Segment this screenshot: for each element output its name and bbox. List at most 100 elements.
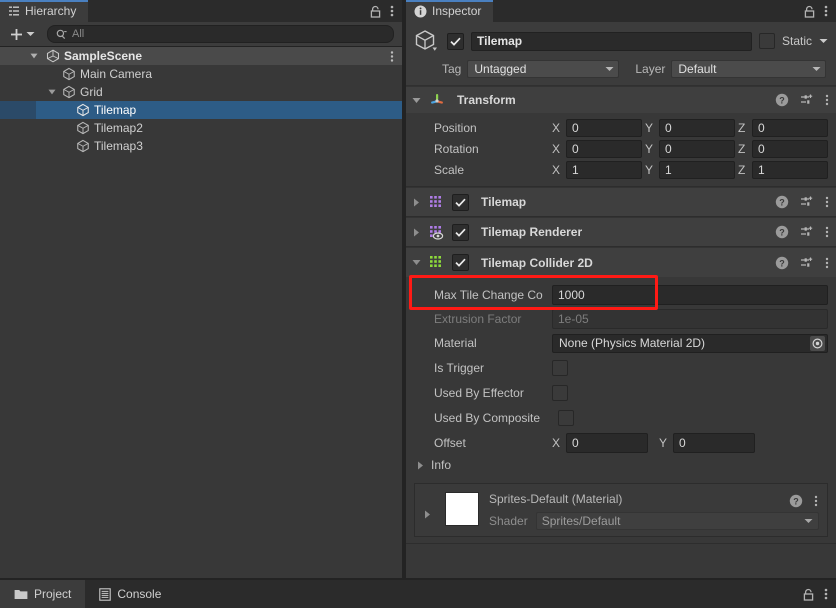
foldout-expanded-icon[interactable]	[412, 96, 423, 105]
property-row-rotation: Rotation X 0 Y 0 Z 0	[414, 138, 828, 159]
inspector-panel: Inspector Tilemap Static Tag Untagged La…	[406, 0, 836, 578]
tab-inspector[interactable]: Inspector	[406, 0, 494, 22]
kebab-menu-icon[interactable]	[824, 587, 828, 601]
preset-icon[interactable]	[800, 225, 814, 239]
component-tilemap-collider-2d: Tilemap Collider 2D ? Max Tile Change Co…	[406, 247, 836, 544]
object-picker-icon[interactable]	[810, 335, 825, 351]
lock-icon[interactable]	[804, 5, 815, 18]
component-enabled-checkbox[interactable]	[452, 223, 469, 241]
component-body-transform: Position X 0 Y 0 Z 0 Rotation X 0 Y 0 Z …	[406, 113, 836, 186]
scale-y-input[interactable]: 1	[659, 160, 735, 179]
foldout-collapsed-icon[interactable]	[412, 198, 423, 207]
rotation-x-input[interactable]: 0	[566, 139, 642, 158]
component-header-tilemap[interactable]: Tilemap ?	[406, 187, 836, 216]
help-icon[interactable]: ?	[775, 93, 789, 107]
component-enabled-checkbox[interactable]	[452, 193, 469, 211]
offset-x-input[interactable]: 0	[566, 432, 648, 453]
property-row-material: Material None (Physics Material 2D)	[414, 331, 828, 355]
tab-console[interactable]: Console	[85, 580, 175, 608]
position-z-input[interactable]: 0	[752, 118, 828, 137]
scale-z-input[interactable]: 1	[752, 160, 828, 179]
shader-label: Shader	[489, 514, 528, 528]
gameobject-header: Tilemap Static Tag Untagged Layer Defaul…	[406, 22, 836, 86]
help-icon[interactable]: ?	[775, 256, 789, 270]
preset-icon[interactable]	[800, 195, 814, 209]
is-trigger-checkbox[interactable]	[552, 359, 568, 376]
foldout-collapsed-icon[interactable]	[412, 228, 423, 237]
lock-icon[interactable]	[370, 5, 381, 18]
property-row-info[interactable]: Info	[414, 455, 828, 475]
position-y-input[interactable]: 0	[659, 118, 735, 137]
position-x-input[interactable]: 0	[566, 118, 642, 137]
preset-icon[interactable]	[800, 93, 814, 107]
tag-dropdown[interactable]: Untagged	[467, 60, 620, 78]
hierarchy-row-tilemap[interactable]: Tilemap	[0, 101, 402, 119]
vector2-fields: X 0 Y 0	[552, 432, 828, 453]
material-swatch	[445, 492, 479, 526]
value: 0	[572, 141, 579, 156]
kebab-menu-icon[interactable]	[825, 195, 829, 209]
material-info: Sprites-Default (Material) Shader Sprite…	[489, 492, 819, 530]
preset-icon[interactable]	[800, 256, 814, 270]
used-by-composite-checkbox[interactable]	[558, 409, 574, 426]
value: 0	[665, 141, 672, 156]
kebab-menu-icon[interactable]	[814, 494, 818, 508]
hierarchy-row-grid[interactable]: Grid	[0, 83, 402, 101]
value: 1	[758, 162, 765, 177]
foldout-collapsed-icon[interactable]	[416, 461, 427, 470]
kebab-menu-icon[interactable]	[390, 4, 394, 18]
static-checkbox[interactable]	[758, 33, 775, 49]
kebab-menu-icon[interactable]	[825, 225, 829, 239]
hierarchy-item-label: Grid	[80, 85, 103, 99]
scale-x-input[interactable]: 1	[566, 160, 642, 179]
twisty-expanded-icon[interactable]	[48, 88, 62, 96]
static-dropdown-chevron-down-icon[interactable]	[819, 38, 828, 44]
offset-y-input[interactable]: 0	[673, 432, 755, 453]
component-header-tilemap-collider-2d[interactable]: Tilemap Collider 2D ?	[406, 247, 836, 277]
rotation-y-input[interactable]: 0	[659, 139, 735, 158]
kebab-menu-icon[interactable]	[824, 4, 828, 18]
component-header-actions: ?	[775, 87, 829, 113]
gameobject-enabled-checkbox[interactable]	[447, 32, 464, 50]
component-title: Tilemap	[481, 195, 527, 209]
property-label: Material	[434, 336, 477, 350]
axis-x-label: X	[552, 435, 561, 450]
material-object-field[interactable]: None (Physics Material 2D)	[552, 333, 828, 353]
component-enabled-checkbox[interactable]	[452, 254, 469, 271]
twisty-expanded-icon[interactable]	[30, 52, 44, 60]
help-icon[interactable]: ?	[789, 494, 803, 508]
search-input[interactable]: All	[47, 25, 394, 43]
axis-y-label: Y	[659, 435, 668, 450]
gameobject-name-input[interactable]: Tilemap	[471, 31, 752, 51]
max-tile-change-count-input[interactable]: 1000	[552, 285, 828, 305]
hierarchy-row-samplescene[interactable]: SampleScene	[0, 47, 402, 65]
shader-dropdown[interactable]: Sprites/Default	[535, 512, 819, 530]
hierarchy-row-tilemap3[interactable]: Tilemap3	[0, 137, 402, 155]
hierarchy-row-tilemap2[interactable]: Tilemap2	[0, 119, 402, 137]
hierarchy-tree[interactable]: SampleScene Main Camera Grid Tilemap Til…	[0, 47, 402, 578]
component-header-transform[interactable]: Transform ?	[406, 86, 836, 113]
foldout-expanded-icon[interactable]	[412, 258, 423, 267]
tab-hierarchy[interactable]: Hierarchy	[0, 0, 89, 22]
hierarchy-row-main-camera[interactable]: Main Camera	[0, 65, 402, 83]
help-icon[interactable]: ?	[775, 225, 789, 239]
kebab-menu-icon[interactable]	[825, 93, 829, 107]
rotation-z-input[interactable]: 0	[752, 139, 828, 158]
property-row-extrusion-factor: Extrusion Factor 1e-05	[414, 307, 828, 331]
gameobject-cube-icon[interactable]	[414, 28, 440, 54]
tilemap-renderer-purple-icon	[429, 225, 444, 240]
component-header-tilemap-renderer[interactable]: Tilemap Renderer ?	[406, 217, 836, 246]
kebab-menu-icon[interactable]	[825, 256, 829, 270]
layer-dropdown[interactable]: Default	[671, 60, 827, 78]
scene-kebab-menu-icon[interactable]	[390, 47, 394, 65]
help-icon[interactable]: ?	[775, 195, 789, 209]
axis-x-label: X	[552, 120, 561, 135]
tab-hierarchy-label: Hierarchy	[25, 4, 77, 18]
used-by-effector-checkbox[interactable]	[552, 384, 568, 401]
material-foldout-collapsed-icon[interactable]	[423, 510, 432, 519]
field-wrap	[552, 359, 828, 376]
tab-project[interactable]: Project	[0, 580, 86, 608]
create-gameobject-button[interactable]	[6, 28, 39, 41]
lock-icon[interactable]	[803, 588, 814, 601]
tilemap-collider-green-icon	[429, 255, 444, 270]
